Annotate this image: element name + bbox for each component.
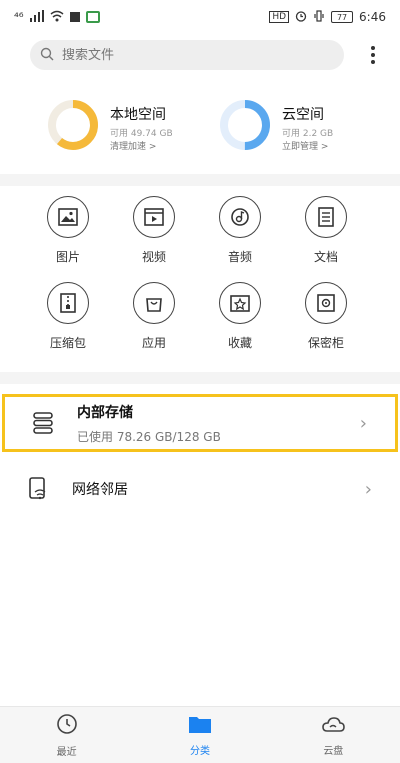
cleanup-link[interactable]: 清理加速 > (110, 141, 173, 154)
category-favorites[interactable]: 收藏 (200, 282, 280, 351)
category-label: 压缩包 (49, 336, 86, 350)
notification-icon (69, 12, 80, 22)
cloud-icon (320, 714, 346, 738)
folder-icon (188, 714, 212, 738)
network-neighbors-row[interactable]: 网络邻居 › (0, 466, 400, 512)
category-label: 文档 (313, 250, 338, 264)
category-documents[interactable]: 文档 (286, 196, 366, 265)
network-device-icon (18, 477, 58, 501)
internal-storage-usage: 已使用 78.26 GB/128 GB (77, 429, 221, 444)
category-archives[interactable]: 压缩包 (28, 282, 108, 351)
cloud-space-available: 可用 2.2 GB (282, 129, 334, 139)
clock-icon (56, 713, 78, 739)
document-icon (305, 196, 347, 238)
more-options-icon[interactable] (362, 42, 384, 68)
clock: 6:46 (359, 10, 386, 24)
cloud-space-title: 云空间 (282, 107, 324, 123)
nav-cloud[interactable]: 云盘 (288, 714, 378, 757)
category-label: 视频 (141, 250, 166, 264)
nav-category-label: 分类 (189, 745, 210, 757)
category-safe[interactable]: 保密柜 (286, 282, 366, 351)
hd-badge: HD (269, 11, 290, 23)
network-neighbors-title: 网络邻居 (72, 482, 128, 498)
internal-storage-title: 内部存储 (77, 404, 133, 421)
star-folder-icon (219, 282, 261, 324)
category-label: 收藏 (227, 336, 252, 350)
chevron-right-icon: › (359, 412, 367, 434)
category-label: 应用 (141, 336, 166, 350)
storage-summary: 本地空间 可用 49.74 GB 清理加速 > 云空间 可用 2.2 GB 立即… (0, 98, 400, 158)
nav-cloud-label: 云盘 (323, 745, 344, 757)
nav-recent[interactable]: 最近 (22, 713, 112, 758)
category-label: 图片 (55, 250, 80, 264)
category-apps[interactable]: 应用 (114, 282, 194, 351)
nav-category[interactable]: 分类 (155, 714, 245, 757)
search-input[interactable] (62, 47, 312, 63)
shopping-bag-icon (133, 282, 175, 324)
video-icon (133, 196, 175, 238)
status-bar: ⁴⁶ HD 77 6:46 (0, 0, 400, 34)
wifi-icon (50, 10, 64, 25)
category-images[interactable]: 图片 (28, 196, 108, 265)
archive-zip-icon (47, 282, 89, 324)
category-label: 保密柜 (307, 336, 344, 350)
cloud-space-ring (220, 100, 270, 150)
battery-icon: 77 (331, 11, 354, 23)
bottom-navigation: 最近 分类 云盘 (0, 706, 400, 763)
nav-recent-label: 最近 (56, 746, 77, 758)
local-space-ring (48, 100, 98, 150)
local-space-card[interactable]: 本地空间 可用 49.74 GB 清理加速 > (46, 98, 173, 154)
internal-storage-row[interactable]: 内部存储 已使用 78.26 GB/128 GB › (2, 394, 398, 452)
category-audio[interactable]: 音频 (200, 196, 280, 265)
manage-link[interactable]: 立即管理 > (282, 141, 333, 154)
local-space-title: 本地空间 (110, 107, 166, 123)
music-disc-icon (219, 196, 261, 238)
alarm-icon (295, 10, 307, 25)
storage-stack-icon (23, 411, 63, 435)
search-icon (40, 46, 54, 65)
app-notification-icon (85, 11, 100, 23)
cloud-space-card[interactable]: 云空间 可用 2.2 GB 立即管理 > (218, 98, 333, 154)
category-videos[interactable]: 视频 (114, 196, 194, 265)
section-divider (0, 174, 400, 186)
section-divider (0, 372, 400, 384)
chevron-right-icon: › (364, 478, 372, 500)
local-space-available: 可用 49.74 GB (110, 129, 173, 139)
signal-bars-icon (29, 9, 44, 25)
category-label: 音频 (227, 250, 252, 264)
signal-indicator: ⁴⁶ (14, 10, 24, 24)
image-icon (47, 196, 89, 238)
safe-icon (305, 282, 347, 324)
search-bar[interactable] (30, 40, 344, 70)
vibrate-icon (313, 9, 325, 25)
